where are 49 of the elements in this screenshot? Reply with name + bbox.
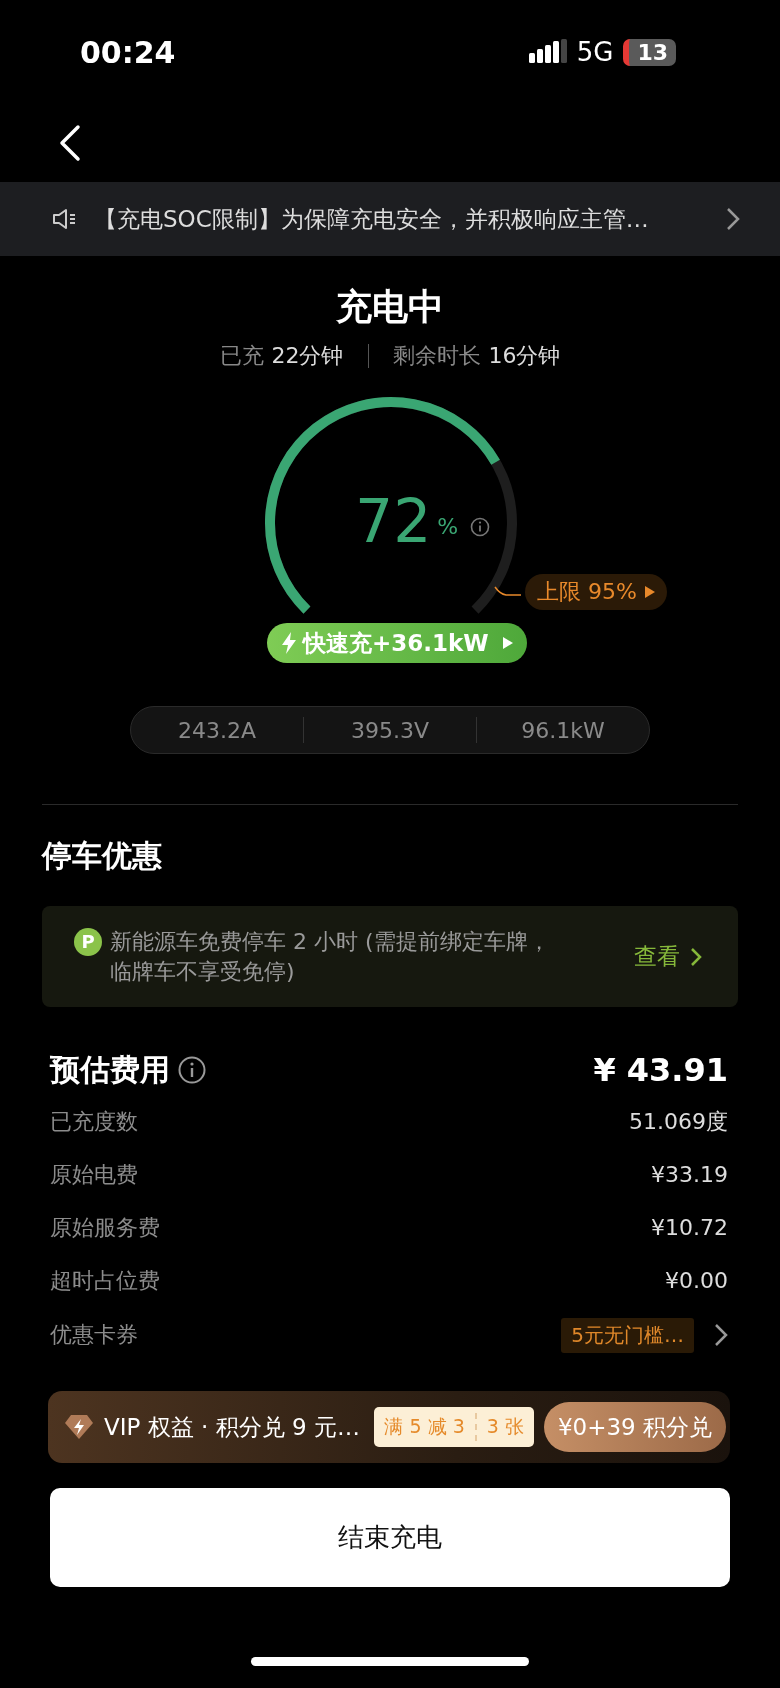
redeem-button[interactable]: ¥0+39 积分兑 (543, 1402, 726, 1452)
limit-tag[interactable]: 上限 95% (525, 574, 667, 610)
reading-value: 395.3V (350, 717, 430, 743)
view-link[interactable]: 查看 (634, 941, 702, 972)
back-icon[interactable] (58, 124, 82, 162)
remaining-time: 16分钟 (488, 342, 561, 370)
diamond-icon (64, 1414, 94, 1440)
network-label: 5G (576, 37, 614, 67)
vip-text: VIP 权益 · 积分兑 9 元… (104, 1412, 361, 1442)
fee-label: 已充度数 (50, 1107, 138, 1136)
play-icon (644, 586, 655, 598)
status-time: 00:24 (80, 34, 177, 70)
coupon-tag[interactable]: 5元无门槛… (561, 1317, 694, 1353)
reading-value: 243.2A (177, 717, 257, 743)
charge-percent: 72 (355, 486, 432, 556)
parking-text: 新能源车免费停车 2 小时 (需提前绑定车牌，临牌车不享受免停) (110, 927, 551, 986)
chevron-right-icon[interactable] (726, 207, 740, 231)
fee-value: ¥0.00 (665, 1268, 728, 1293)
section-heading: 停车优惠 (42, 837, 163, 875)
chevron-right-icon (690, 946, 702, 967)
fee-label: 优惠卡券 (50, 1321, 138, 1349)
reading-value: 96.1kW (520, 717, 606, 743)
fee-total: ¥ 43.91 (593, 1051, 728, 1089)
limit-text: 上限 95% (537, 578, 637, 606)
parking-badge: P (74, 927, 102, 956)
fee-value: ¥10.72 (651, 1215, 728, 1240)
charged-time: 22分钟 (271, 342, 344, 370)
charged-label: 已充 (219, 342, 264, 370)
fee-value: 51.069度 (629, 1107, 728, 1136)
fee-value: ¥33.19 (651, 1162, 728, 1187)
battery-indicator: 13 (623, 38, 676, 66)
status-title: 充电中 (336, 285, 444, 329)
percent-unit: % (437, 513, 459, 539)
speaker-icon (52, 207, 78, 231)
leader-line (494, 586, 522, 598)
fee-title: 预估费用 (50, 1050, 170, 1089)
fee-label: 原始电费 (50, 1160, 138, 1189)
fee-label: 超时占位费 (50, 1266, 160, 1295)
info-icon[interactable] (470, 517, 491, 537)
signal-icon (528, 39, 567, 65)
ticket-offer: 满 5 减 3 (383, 1414, 466, 1439)
play-icon (502, 637, 513, 649)
ticket-count: 3 张 (485, 1414, 525, 1439)
fee-label: 原始服务费 (50, 1213, 160, 1242)
lightning-icon (281, 632, 297, 654)
info-icon[interactable] (178, 1056, 206, 1084)
end-charging-button[interactable]: 结束充电 (50, 1488, 730, 1587)
chevron-right-icon[interactable] (714, 1323, 728, 1347)
remaining-label: 剩余时长 (392, 342, 481, 370)
